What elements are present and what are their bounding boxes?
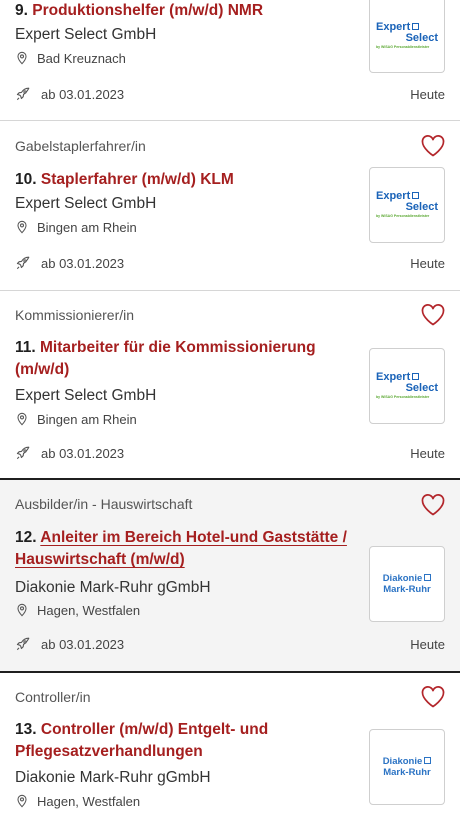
job-title[interactable]: 12. Anleiter im Bereich Hotel-und Gastst… xyxy=(15,527,355,571)
rocket-icon xyxy=(15,86,33,104)
job-category: Controller/in xyxy=(15,689,91,705)
company-name: Diakonie Mark-Ruhr gGmbH xyxy=(15,769,211,786)
company-logo[interactable]: Expert Select by WISAG Personaldienstlei… xyxy=(369,348,445,424)
location-text: Bingen am Rhein xyxy=(37,220,137,235)
job-card[interactable]: Kommissionierer/in 11. Mitarbeiter für d… xyxy=(0,291,460,480)
job-title-link[interactable]: Mitarbeiter für die Kommissionierung (m/… xyxy=(15,339,316,378)
job-card[interactable]: 9. Produktionshelfer (m/w/d) NMR Expert … xyxy=(0,0,460,121)
job-number: 12. xyxy=(15,529,37,546)
job-category: Kommissionierer/in xyxy=(15,307,135,323)
job-title[interactable]: 11. Mitarbeiter für die Kommissionierung… xyxy=(15,337,355,381)
start-date: ab 03.01.2023 xyxy=(15,86,124,104)
heart-outline-icon[interactable] xyxy=(420,493,446,517)
heart-outline-icon[interactable] xyxy=(420,685,446,709)
job-card[interactable]: Gabelstaplerfahrer/in 10. Staplerfahrer … xyxy=(0,121,460,291)
start-date-text: ab 03.01.2023 xyxy=(41,446,125,461)
job-number: 9. xyxy=(15,2,28,19)
start-date-text: ab 03.01.2023 xyxy=(41,256,125,271)
job-category: Gabelstaplerfahrer/in xyxy=(15,138,146,154)
map-pin-icon xyxy=(15,51,31,67)
job-title[interactable]: 10. Staplerfahrer (m/w/d) KLM xyxy=(15,169,355,191)
location-text: Bad Kreuznach xyxy=(37,51,126,66)
expert-select-logo: Expert Select by WISAG Personaldienstlei… xyxy=(376,371,438,400)
location-text: Bingen am Rhein xyxy=(37,412,137,427)
job-title-link[interactable]: Produktionshelfer (m/w/d) NMR xyxy=(32,2,263,19)
heart-outline-icon[interactable] xyxy=(420,303,446,327)
job-category: Ausbilder/in - Hauswirtschaft xyxy=(15,496,193,512)
posted-date: Heute xyxy=(410,87,445,102)
company-logo[interactable]: Expert Select by WISAG Personaldienstlei… xyxy=(369,167,445,243)
job-location: Bad Kreuznach xyxy=(15,50,126,68)
start-date-text: ab 03.01.2023 xyxy=(41,87,125,102)
expert-select-logo: Expert Select by WISAG Personaldienstlei… xyxy=(376,21,438,50)
job-number: 10. xyxy=(15,171,37,188)
company-name: Expert Select GmbH xyxy=(15,26,157,43)
map-pin-icon xyxy=(15,412,31,428)
start-date-text: ab 03.01.2023 xyxy=(41,637,125,652)
posted-date: Heute xyxy=(410,637,445,652)
company-logo[interactable]: Expert Select by WISAG Personaldienstlei… xyxy=(369,0,445,73)
job-results-list: 9. Produktionshelfer (m/w/d) NMR Expert … xyxy=(0,0,460,820)
job-title-link[interactable]: Controller (m/w/d) Entgelt- und Pflegesa… xyxy=(15,721,268,760)
start-date: ab 03.01.2023 xyxy=(15,445,124,463)
job-footer: ab 03.01.2023 Heute xyxy=(15,86,445,104)
job-title[interactable]: 9. Produktionshelfer (m/w/d) NMR xyxy=(15,0,355,22)
heart-outline-icon[interactable] xyxy=(420,134,446,158)
job-title-link[interactable]: Staplerfahrer (m/w/d) KLM xyxy=(41,171,234,188)
job-location: Hagen, Westfalen xyxy=(15,602,140,620)
rocket-icon xyxy=(15,636,33,654)
posted-date: Heute xyxy=(410,446,445,461)
diakonie-logo: Diakonie Mark-Ruhr xyxy=(382,756,432,778)
job-location: Hagen, Westfalen xyxy=(15,793,140,811)
job-location: Bingen am Rhein xyxy=(15,411,137,429)
job-card[interactable]: Controller/in 13. Controller (m/w/d) Ent… xyxy=(0,673,460,820)
company-logo[interactable]: Diakonie Mark-Ruhr xyxy=(369,546,445,622)
start-date: ab 03.01.2023 xyxy=(15,255,124,273)
job-card[interactable]: Ausbilder/in - Hauswirtschaft 12. Anleit… xyxy=(0,480,460,673)
rocket-icon xyxy=(15,445,33,463)
map-pin-icon xyxy=(15,220,31,236)
job-footer: ab 03.01.2023 Heute xyxy=(15,445,445,463)
job-number: 13. xyxy=(15,721,37,738)
diakonie-logo: Diakonie Mark-Ruhr xyxy=(382,573,432,595)
company-logo[interactable]: Diakonie Mark-Ruhr xyxy=(369,729,445,805)
expert-select-logo: Expert Select by WISAG Personaldienstlei… xyxy=(376,190,438,219)
job-title-link[interactable]: Anleiter im Bereich Hotel-und Gaststätte… xyxy=(15,529,347,568)
rocket-icon xyxy=(15,255,33,273)
job-location: Bingen am Rhein xyxy=(15,219,137,237)
company-name: Expert Select GmbH xyxy=(15,387,157,404)
job-title[interactable]: 13. Controller (m/w/d) Entgelt- und Pfle… xyxy=(15,719,355,763)
location-text: Hagen, Westfalen xyxy=(37,603,141,618)
job-number: 11. xyxy=(15,339,36,356)
map-pin-icon xyxy=(15,794,31,810)
start-date: ab 03.01.2023 xyxy=(15,636,124,654)
company-name: Expert Select GmbH xyxy=(15,195,157,212)
map-pin-icon xyxy=(15,603,31,619)
location-text: Hagen, Westfalen xyxy=(37,794,141,809)
company-name: Diakonie Mark-Ruhr gGmbH xyxy=(15,579,211,596)
job-footer: ab 03.01.2023 Heute xyxy=(15,636,445,654)
job-footer: ab 03.01.2023 Heute xyxy=(15,255,445,273)
posted-date: Heute xyxy=(410,256,445,271)
